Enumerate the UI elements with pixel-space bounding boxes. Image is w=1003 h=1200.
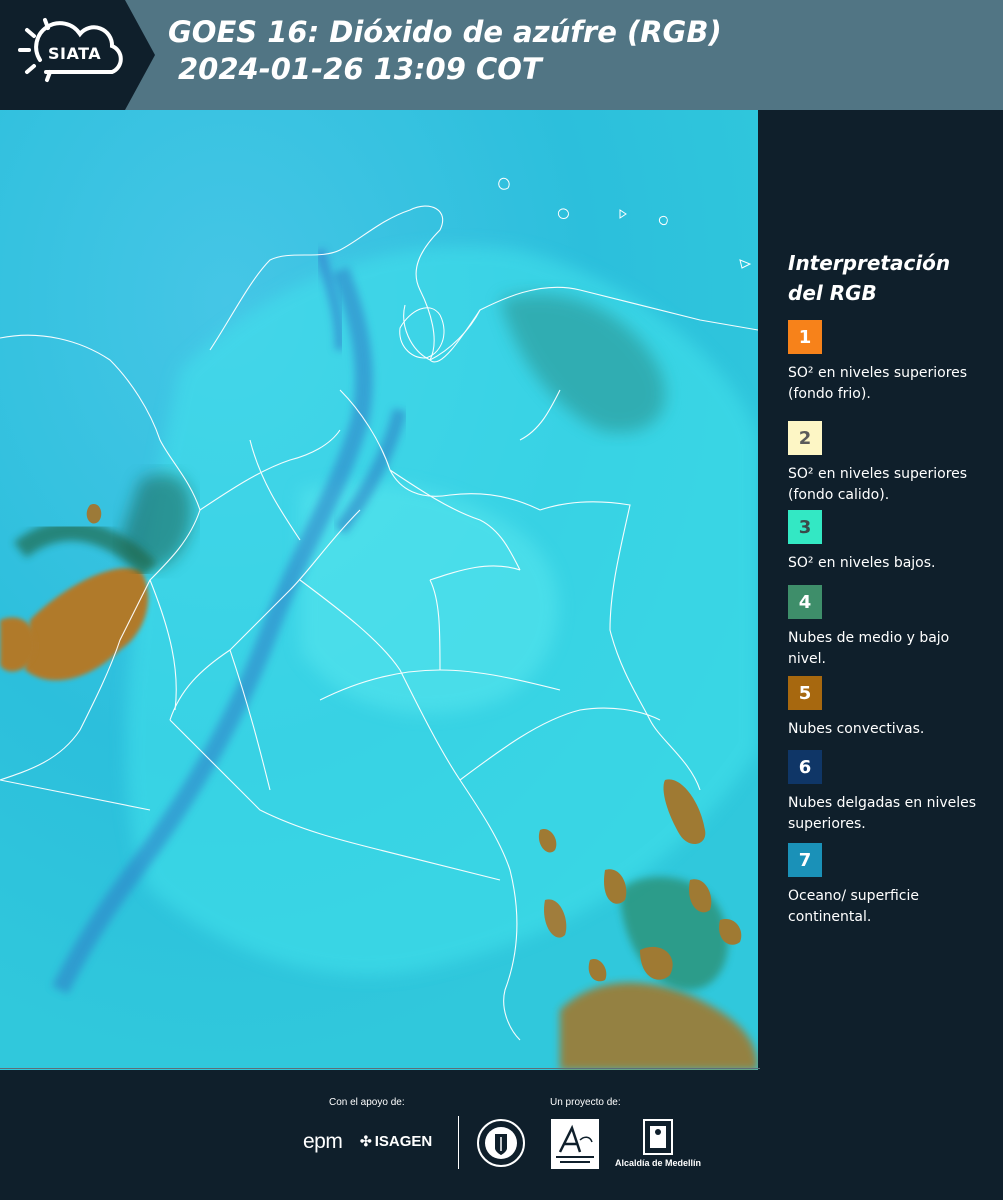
page-title: GOES 16: Dióxido de azúfre (RGB) 2024-01… [168, 14, 722, 88]
alcaldia-medellin-logo: Alcaldía de Medellín [612, 1118, 704, 1170]
title-line-1: GOES 16: Dióxido de azúfre (RGB) [168, 15, 722, 49]
legend-item-2: 2 SO² en niveles superiores (fondo calid… [788, 421, 988, 506]
project-label: Un proyecto de: [550, 1097, 621, 1108]
legend-swatch-6: 6 [788, 750, 822, 784]
map-bottom-rule [0, 1068, 776, 1069]
legend-desc-6: Nubes delgadas en niveles superiores. [788, 795, 977, 832]
legend-desc-5: Nubes convectivas. [788, 721, 925, 737]
header-bar: SIATA GOES 16: Dióxido de azúfre (RGB) 2… [0, 0, 1003, 110]
legend-swatch-7: 7 [788, 843, 822, 877]
siata-logo: SIATA [0, 0, 155, 110]
legend-title: Interpretación del RGB [788, 251, 951, 305]
alcaldia-label: Alcaldía de Medellín [614, 1158, 702, 1168]
isagen-logo: ✣ ISAGEN [360, 1133, 432, 1150]
legend-item-1: 1 SO² en niveles superiores (fondo frio)… [788, 320, 988, 405]
isagen-label: ISAGEN [374, 1133, 433, 1150]
legend-swatch-3: 3 [788, 510, 822, 544]
legend-item-7: 7 Oceano/ superficie continental. [788, 843, 988, 928]
legend-item-3: 3 SO² en niveles bajos. [788, 510, 988, 574]
legend-swatch-1: 1 [788, 320, 822, 354]
medellin-seal-icon [476, 1118, 526, 1168]
legend-desc-7: Oceano/ superficie continental. [788, 888, 919, 925]
isagen-mark-icon: ✣ [360, 1133, 372, 1149]
legend-desc-4: Nubes de medio y bajo nivel. [788, 630, 950, 667]
area-metropolitana-logo-icon [550, 1118, 600, 1170]
legend-swatch-2: 2 [788, 421, 822, 455]
legend-desc-3: SO² en niveles bajos. [788, 555, 936, 571]
epm-logo: epm [303, 1130, 343, 1153]
legend-swatch-5: 5 [788, 676, 822, 710]
logo-text: SIATA [48, 44, 102, 63]
legend-item-6: 6 Nubes delgadas en niveles superiores. [788, 750, 988, 835]
legend-panel: Interpretación del RGB 1 SO² en niveles … [760, 110, 1003, 1070]
legend-desc-1: SO² en niveles superiores (fondo frio). [788, 365, 968, 402]
legend-swatch-4: 4 [788, 585, 822, 619]
title-line-2: 2024-01-26 13:09 COT [178, 52, 542, 86]
legend-item-5: 5 Nubes convectivas. [788, 676, 988, 740]
legend-item-4: 4 Nubes de medio y bajo nivel. [788, 585, 988, 670]
footer: Con el apoyo de: Un proyecto de: epm ✣ IS… [0, 1070, 1003, 1200]
footer-divider [458, 1116, 459, 1169]
satellite-map[interactable] [0, 110, 758, 1070]
support-label: Con el apoyo de: [329, 1097, 405, 1108]
legend-desc-2: SO² en niveles superiores (fondo calido)… [788, 466, 968, 503]
